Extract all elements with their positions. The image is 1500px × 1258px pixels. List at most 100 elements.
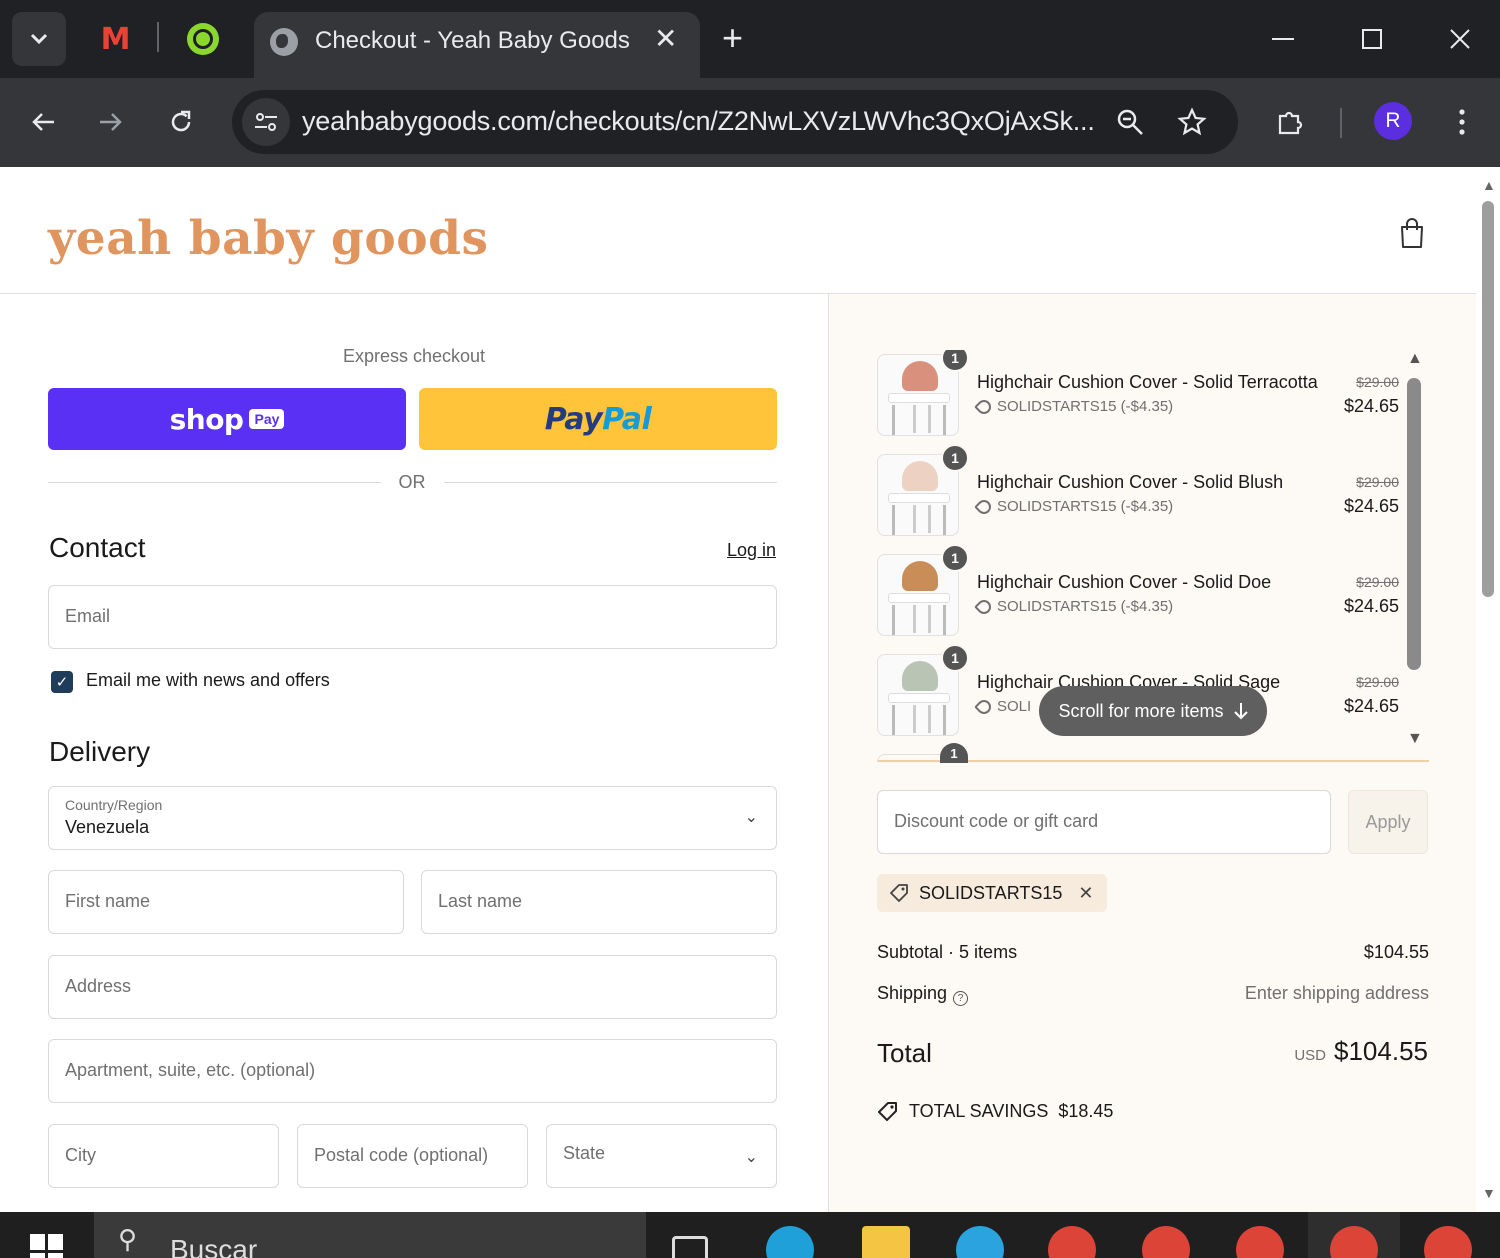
tag-icon <box>878 1102 897 1121</box>
address-bar[interactable]: yeahbabygoods.com/checkouts/cn/Z2NwLXVzL… <box>232 90 1238 154</box>
taskbar-search-text: Buscar <box>170 1234 258 1258</box>
info-icon[interactable]: ? <box>953 991 969 1006</box>
tab-checkout[interactable]: Checkout - Yeah Baby Goods ✕ <box>254 12 700 78</box>
list-scrollbar[interactable] <box>1407 378 1421 670</box>
city-placeholder: City <box>65 1145 96 1165</box>
item-discount: SOLIDSTARTS15 (-$4.35) <box>974 596 1173 617</box>
apartment-placeholder: Apartment, suite, etc. (optional) <box>65 1060 316 1080</box>
highchair-legs <box>892 505 946 535</box>
tag-icon <box>974 396 994 417</box>
city-field[interactable]: City <box>48 1124 279 1188</box>
postal-code-field[interactable]: Postal code (optional) <box>297 1124 528 1188</box>
country-select[interactable]: Country/Region Venezuela ⌄ <box>48 786 777 850</box>
item-discount: SOLIDSTARTS15 (-$4.35) <box>974 496 1173 517</box>
globe-icon <box>270 28 298 56</box>
cushion-image <box>902 561 938 591</box>
reload-button[interactable] <box>157 98 205 146</box>
telegram-icon[interactable] <box>956 1226 1004 1258</box>
apply-button[interactable]: Apply <box>1348 790 1428 854</box>
list-scroll-down-icon[interactable]: ▼ <box>1407 730 1423 748</box>
extensions-button[interactable] <box>1266 98 1314 146</box>
maximize-icon <box>1362 29 1382 49</box>
newsletter-label[interactable]: Email me with news and offers <box>86 670 330 691</box>
delivery-title: Delivery <box>49 736 151 767</box>
windows-start-icon[interactable] <box>30 1234 64 1258</box>
page-scrollbar[interactable]: ▲ ▼ <box>1476 167 1500 1212</box>
original-price: $29.00 <box>1356 474 1399 490</box>
line-item: 1 Highchair Cushion Cover - Solid Blush SO… <box>877 444 1429 536</box>
scroll-down-icon[interactable]: ▼ <box>1482 1185 1496 1201</box>
maximize-button[interactable] <box>1342 14 1402 64</box>
edge-icon[interactable] <box>766 1226 814 1258</box>
close-window-button[interactable] <box>1430 14 1490 64</box>
subtotal-row: Subtotal · 5 items $104.55 <box>877 942 1429 963</box>
store-logo[interactable]: yeah baby goods <box>48 211 488 266</box>
total-savings-row: TOTAL SAVINGS $18.45 <box>877 1100 1113 1122</box>
login-link[interactable]: Log in <box>727 540 776 561</box>
discounted-price: $24.65 <box>1343 696 1399 716</box>
chrome-icon[interactable] <box>1424 1226 1472 1258</box>
close-tab-icon[interactable]: ✕ <box>654 22 677 55</box>
chevron-down-icon: ⌄ <box>744 1149 758 1166</box>
last-name-field[interactable]: Last name <box>421 870 777 934</box>
tag-icon <box>890 884 908 902</box>
apartment-field[interactable]: Apartment, suite, etc. (optional) <box>48 1039 777 1103</box>
tab-search-button[interactable] <box>12 12 66 66</box>
page-scroll-thumb[interactable] <box>1482 201 1494 597</box>
taskbar-search[interactable]: ⚲ Buscar <box>94 1212 646 1258</box>
total-amount: USD $104.55 <box>1294 1036 1428 1067</box>
remove-discount-icon[interactable]: ✕ <box>1078 883 1093 904</box>
newsletter-checkbox[interactable]: ✓ <box>51 671 73 693</box>
forward-button[interactable] <box>87 98 135 146</box>
tag-icon <box>974 696 994 717</box>
pinned-tab-app[interactable] <box>186 22 220 56</box>
chrome-icon[interactable] <box>1236 1226 1284 1258</box>
country-label: Country/Region <box>65 797 163 813</box>
profile-avatar[interactable]: R <box>1374 102 1412 140</box>
original-price: $29.00 <box>1356 674 1399 690</box>
total-value: $104.55 <box>1334 1036 1428 1066</box>
chrome-icon[interactable] <box>1048 1226 1096 1258</box>
scroll-hint-text: Scroll for more items <box>1058 700 1224 721</box>
store-header: yeah baby goods <box>0 167 1476 294</box>
list-scroll-up-icon[interactable]: ▲ <box>1407 350 1423 368</box>
state-select[interactable]: State ⌄ <box>546 1124 777 1188</box>
shipping-value: Enter shipping address <box>1244 983 1429 1003</box>
scroll-up-icon[interactable]: ▲ <box>1482 177 1496 193</box>
email-field[interactable]: Email <box>48 585 777 649</box>
paypal-wordmark: PayPal <box>544 401 652 437</box>
pinned-tab-gmail[interactable]: M <box>98 21 132 57</box>
paypal-button[interactable]: PayPal <box>419 388 777 450</box>
state-placeholder: State <box>563 1143 606 1163</box>
arrow-down-icon <box>1233 703 1248 720</box>
chrome-icon[interactable] <box>1142 1226 1190 1258</box>
discount-code-field[interactable]: Discount code or gift card <box>877 790 1331 854</box>
zoom-button[interactable] <box>1108 100 1152 144</box>
new-tab-button[interactable]: + <box>722 18 743 58</box>
tab-divider <box>157 22 159 52</box>
site-info-button[interactable] <box>242 98 290 146</box>
highchair-legs <box>892 605 946 635</box>
applied-discount-chip: SOLIDSTARTS15 ✕ <box>877 874 1108 912</box>
address-field[interactable]: Address <box>48 955 777 1019</box>
product-name: Highchair Cushion Cover - Solid Blush <box>977 472 1284 492</box>
scroll-for-more-button[interactable]: Scroll for more items <box>1039 686 1267 736</box>
highchair-legs <box>892 705 946 735</box>
shop-pay-button[interactable]: shop Pay <box>48 388 406 450</box>
discounted-price: $24.65 <box>1343 496 1399 516</box>
discounted-price: $24.65 <box>1343 396 1399 416</box>
close-icon <box>1450 29 1470 49</box>
gmail-icon: M <box>100 21 131 57</box>
back-button[interactable] <box>19 98 67 146</box>
subtotal-value: $104.55 <box>1363 942 1429 962</box>
shopping-bag-icon[interactable] <box>1398 217 1426 249</box>
first-name-field[interactable]: First name <box>48 870 404 934</box>
task-view-icon[interactable] <box>672 1236 708 1258</box>
minimize-button[interactable] <box>1253 14 1313 64</box>
address-placeholder: Address <box>65 976 132 996</box>
url-text[interactable]: yeahbabygoods.com/checkouts/cn/Z2NwLXVzL… <box>302 106 1095 137</box>
file-explorer-icon[interactable] <box>862 1226 910 1258</box>
order-summary: 1 Highchair Cushion Cover - Solid Terraco… <box>828 294 1476 1212</box>
bookmark-button[interactable] <box>1170 100 1214 144</box>
browser-menu-button[interactable] <box>1438 98 1486 146</box>
